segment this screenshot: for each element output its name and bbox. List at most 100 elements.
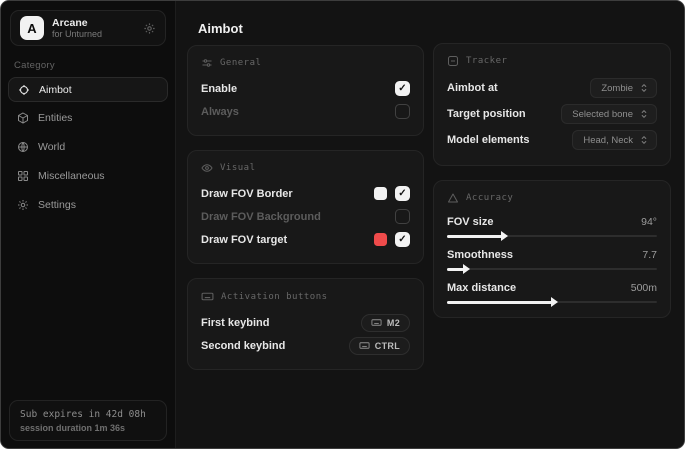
- setting-row-smoothness: Smoothness 7.7: [447, 245, 657, 265]
- enable-checkbox[interactable]: ✓: [395, 81, 410, 96]
- keyboard-icon: [359, 340, 370, 351]
- setting-row-second-keybind: Second keybind CTRL: [201, 334, 410, 357]
- fov-border-checkbox[interactable]: ✓: [395, 186, 410, 201]
- unfold-icon: [639, 135, 649, 145]
- cube-icon: [17, 112, 29, 124]
- always-checkbox[interactable]: [395, 104, 410, 119]
- sidebar-item-world[interactable]: World: [8, 134, 168, 160]
- setting-label: Second keybind: [201, 340, 285, 352]
- session-duration-text: session duration 1m 36s: [20, 423, 156, 433]
- slider-thumb[interactable]: [501, 231, 508, 241]
- card-title: Visual: [220, 163, 256, 173]
- visual-card: Visual Draw FOV Border ✓ Draw FOV Backgr…: [187, 150, 424, 264]
- setting-label: Aimbot at: [447, 82, 498, 94]
- fov-background-checkbox[interactable]: [395, 209, 410, 224]
- smoothness-slider[interactable]: [447, 268, 657, 270]
- setting-row-fov-target: Draw FOV target ✓: [201, 228, 410, 251]
- setting-label: First keybind: [201, 317, 269, 329]
- activation-card: Activation buttons First keybind M2: [187, 278, 424, 370]
- setting-label: Max distance: [447, 282, 516, 294]
- fov-target-checkbox[interactable]: ✓: [395, 232, 410, 247]
- sidebar-nav: Aimbot Entities World: [1, 77, 175, 221]
- grid-icon: [17, 170, 29, 182]
- keyboard-icon: [371, 317, 382, 328]
- card-title: General: [220, 58, 261, 68]
- setting-row-enable: Enable ✓: [201, 77, 410, 100]
- smoothness-value: 7.7: [642, 249, 657, 261]
- main-panel: Aimbot General Enable: [176, 1, 684, 448]
- eye-icon: [201, 162, 213, 174]
- dropdown-value: Selected bone: [572, 109, 633, 120]
- setting-row-fov-size: FOV size 94°: [447, 212, 657, 232]
- sidebar-item-label: Aimbot: [39, 84, 72, 96]
- keybind-value: CTRL: [375, 341, 400, 351]
- setting-label: Draw FOV target: [201, 234, 287, 246]
- setting-label: Draw FOV Border: [201, 188, 293, 200]
- aimbot-at-dropdown[interactable]: Zombie: [590, 78, 657, 98]
- setting-label: Model elements: [447, 134, 530, 146]
- unfold-icon: [639, 109, 649, 119]
- sidebar-item-miscellaneous[interactable]: Miscellaneous: [8, 163, 168, 189]
- sync-icon[interactable]: [143, 22, 156, 35]
- accuracy-card: Accuracy FOV size 94° S: [433, 180, 671, 318]
- card-title: Accuracy: [466, 193, 513, 203]
- crosshair-icon: [18, 84, 30, 96]
- brand-subtitle: for Unturned: [52, 29, 135, 39]
- globe-icon: [17, 141, 29, 153]
- fov-size-value: 94°: [641, 216, 657, 228]
- setting-row-model-elements: Model elements Head, Neck: [447, 127, 657, 153]
- color-swatch[interactable]: [374, 187, 387, 200]
- setting-label: Smoothness: [447, 249, 513, 261]
- dropdown-value: Head, Neck: [583, 135, 633, 146]
- card-title: Activation buttons: [221, 292, 328, 302]
- model-elements-dropdown[interactable]: Head, Neck: [572, 130, 657, 150]
- setting-row-max-distance: Max distance 500m: [447, 278, 657, 298]
- brand-text: Arcane for Unturned: [52, 17, 135, 39]
- setting-label: Enable: [201, 83, 237, 95]
- keyboard-icon: [201, 290, 214, 303]
- app-window: A Arcane for Unturned Category A: [0, 0, 685, 449]
- subscription-status-card: Sub expires in 42d 08h session duration …: [9, 400, 167, 441]
- setting-label: Target position: [447, 108, 526, 120]
- sidebar-item-aimbot[interactable]: Aimbot: [8, 77, 168, 102]
- setting-row-fov-background: Draw FOV Background: [201, 205, 410, 228]
- max-distance-slider[interactable]: [447, 301, 657, 303]
- setting-row-fov-border: Draw FOV Border ✓: [201, 182, 410, 205]
- target-position-dropdown[interactable]: Selected bone: [561, 104, 657, 124]
- setting-label: Always: [201, 106, 239, 118]
- fov-size-slider[interactable]: [447, 235, 657, 237]
- sidebar-item-label: World: [38, 141, 65, 153]
- sidebar-item-label: Settings: [38, 199, 76, 211]
- page-title: Aimbot: [198, 21, 243, 36]
- color-swatch[interactable]: [374, 233, 387, 246]
- slider-thumb[interactable]: [463, 264, 470, 274]
- slider-thumb[interactable]: [551, 297, 558, 307]
- brand-title: Arcane: [52, 17, 135, 29]
- max-distance-value: 500m: [631, 282, 657, 294]
- triangle-icon: [447, 192, 459, 204]
- dropdown-value: Zombie: [601, 83, 633, 94]
- second-keybind-button[interactable]: CTRL: [349, 337, 410, 355]
- sidebar-item-settings[interactable]: Settings: [8, 192, 168, 218]
- unfold-icon: [639, 83, 649, 93]
- setting-label: Draw FOV Background: [201, 211, 321, 223]
- sub-expiry-text: Sub expires in 42d 08h: [20, 409, 156, 420]
- keybind-value: M2: [387, 318, 400, 328]
- sidebar-item-entities[interactable]: Entities: [8, 105, 168, 131]
- brand-card: A Arcane for Unturned: [10, 10, 166, 46]
- setting-row-first-keybind: First keybind M2: [201, 311, 410, 334]
- setting-row-aimbot-at: Aimbot at Zombie: [447, 75, 657, 101]
- setting-row-always: Always: [201, 100, 410, 123]
- first-keybind-button[interactable]: M2: [361, 314, 410, 332]
- setting-row-target-position: Target position Selected bone: [447, 101, 657, 127]
- sliders-icon: [201, 57, 213, 69]
- sidebar-item-label: Miscellaneous: [38, 170, 105, 182]
- setting-label: FOV size: [447, 216, 493, 228]
- brand-logo: A: [20, 16, 44, 40]
- tracker-card: Tracker Aimbot at Zombie: [433, 43, 671, 166]
- sidebar: A Arcane for Unturned Category A: [1, 1, 176, 448]
- gear-icon: [17, 199, 29, 211]
- card-title: Tracker: [466, 56, 507, 66]
- category-label: Category: [14, 60, 175, 71]
- general-card: General Enable ✓ Always: [187, 45, 424, 136]
